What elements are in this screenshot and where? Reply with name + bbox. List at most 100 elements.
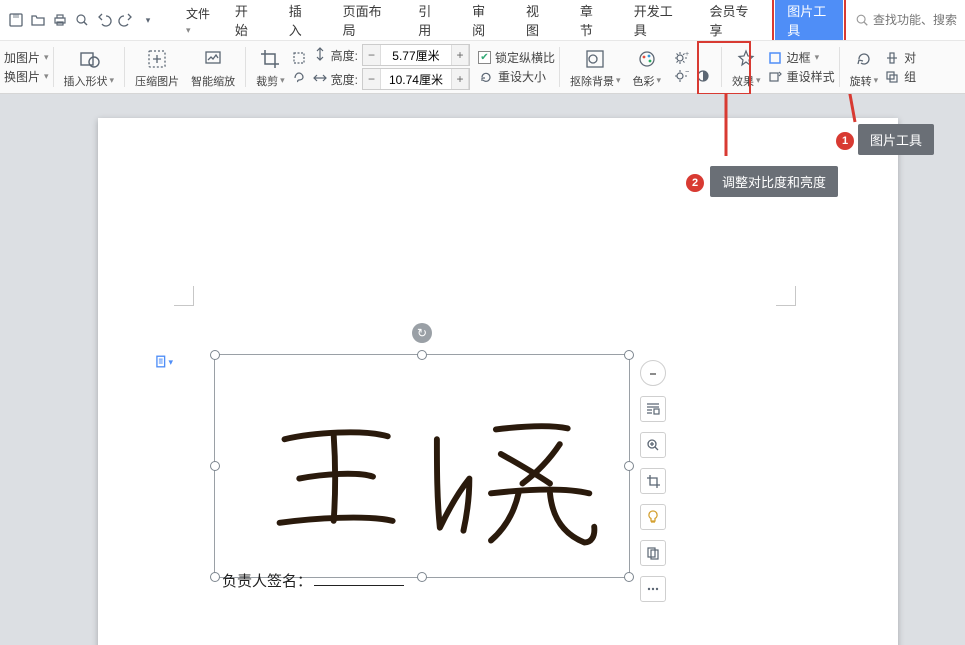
compress-picture[interactable]: 压缩图片 (129, 41, 185, 93)
height-input[interactable] (381, 48, 451, 62)
group[interactable]: 组 (884, 68, 916, 85)
tab-view[interactable]: 视图 (516, 0, 558, 45)
svg-text:−: − (685, 68, 689, 76)
height-minus[interactable]: − (363, 45, 381, 65)
compress-icon (144, 46, 170, 72)
side-more-icon[interactable] (640, 576, 666, 602)
margin-corner-tl (174, 286, 194, 306)
crop[interactable]: 裁剪▾ (250, 41, 291, 93)
paragraph-marker-icon: ▾ (155, 352, 173, 372)
checkbox-icon: ✔ (478, 51, 491, 64)
crop-icon (257, 46, 283, 72)
reset-style[interactable]: 重设样式 (767, 68, 835, 85)
effects[interactable]: 效果▾ (726, 41, 767, 93)
brightness-minus-icon: − (673, 68, 689, 84)
crop-lasso-icon (291, 68, 307, 84)
width-label: 宽度: (331, 71, 358, 88)
redo-icon[interactable] (116, 10, 136, 30)
print-preview-icon[interactable] (72, 10, 92, 30)
height-icon (313, 47, 327, 64)
resize-handle-tr[interactable] (624, 350, 634, 360)
width-icon (313, 71, 327, 88)
side-collapse[interactable] (640, 360, 666, 386)
color[interactable]: 色彩▾ (627, 41, 668, 93)
crop-rect-icon (291, 50, 307, 66)
side-zoom-icon[interactable] (640, 432, 666, 458)
remove-background[interactable]: 抠除背景▾ (564, 41, 627, 93)
brightness-contrast-group: + − (667, 50, 717, 84)
signature-image (255, 395, 609, 562)
side-tip-icon[interactable] (640, 504, 666, 530)
resize-handle-t[interactable] (417, 350, 427, 360)
side-wrap-icon[interactable] (640, 396, 666, 422)
resize-handle-bl[interactable] (210, 572, 220, 582)
tab-layout[interactable]: 页面布局 (333, 0, 397, 45)
width-plus[interactable]: + (451, 69, 469, 89)
image-side-toolbar (640, 360, 666, 602)
color-icon (634, 46, 660, 72)
callout-badge-1: 1 (836, 132, 854, 150)
resize-handle-br[interactable] (624, 572, 634, 582)
lock-ratio-checkbox[interactable]: ✔ 锁定纵横比 (478, 49, 555, 66)
smart-resize-icon (200, 46, 226, 72)
rotate-icon (851, 46, 877, 72)
contrast-adjust[interactable] (695, 68, 711, 84)
selected-image[interactable]: ↻ (214, 354, 630, 578)
brightness-increase[interactable]: + (673, 50, 689, 66)
width-minus[interactable]: − (363, 69, 381, 89)
reset-size-icon (478, 69, 494, 85)
callout-tip-1: 图片工具 (858, 124, 934, 155)
tab-picture-tools[interactable]: 图片工具 (775, 0, 843, 44)
margin-corner-tr (776, 286, 796, 306)
resize-handle-r[interactable] (624, 461, 634, 471)
svg-text:+: + (685, 51, 689, 58)
menu-file[interactable]: 文件 ▾ (186, 5, 213, 36)
height-plus[interactable]: + (451, 45, 469, 65)
open-icon[interactable] (28, 10, 48, 30)
crop-free[interactable] (291, 68, 307, 84)
remove-bg-icon (582, 46, 608, 72)
height-spinner[interactable]: − + (362, 44, 470, 66)
border-icon (767, 50, 783, 66)
print-icon[interactable] (50, 10, 70, 30)
align-icon (884, 50, 900, 66)
brightness-decrease[interactable]: − (673, 68, 689, 84)
effects-icon (733, 46, 759, 72)
callout-badge-2: 2 (686, 174, 704, 192)
signature-label-line: 负责人签名： (222, 570, 404, 591)
insert-shape[interactable]: 插入形状▾ (58, 41, 121, 93)
contrast-icon (695, 68, 711, 84)
align[interactable]: 对 (884, 49, 916, 66)
document-canvas[interactable]: ▾ ↻ 负责人签名： (0, 94, 965, 645)
tab-start[interactable]: 开始 (225, 0, 267, 45)
qa-more-icon[interactable]: ▾ (138, 10, 158, 30)
replace-picture[interactable]: 换图片▾ (4, 68, 49, 85)
rotate[interactable]: 旋转▾ (844, 41, 885, 93)
tab-dev[interactable]: 开发工具 (624, 0, 688, 45)
side-copy-icon[interactable] (640, 540, 666, 566)
rotate-handle[interactable]: ↻ (412, 323, 432, 343)
width-spinner[interactable]: − + (362, 68, 470, 90)
search-icon (855, 13, 869, 27)
search-input[interactable] (873, 13, 961, 27)
border[interactable]: 边框▾ (767, 49, 820, 66)
resize-handle-l[interactable] (210, 461, 220, 471)
tab-ref[interactable]: 引用 (408, 0, 450, 45)
tab-review[interactable]: 审阅 (462, 0, 504, 45)
side-crop-icon[interactable] (640, 468, 666, 494)
tab-vip[interactable]: 会员专享 (700, 0, 764, 45)
smart-resize[interactable]: 智能缩放 (185, 41, 241, 93)
resize-handle-b[interactable] (417, 572, 427, 582)
search-box[interactable] (855, 13, 961, 27)
width-input[interactable] (381, 72, 451, 86)
reset-size[interactable]: 重设大小 (478, 68, 546, 85)
brightness-plus-icon: + (673, 50, 689, 66)
tab-chapter[interactable]: 章节 (570, 0, 612, 45)
save-icon[interactable] (6, 10, 26, 30)
height-label: 高度: (331, 47, 358, 64)
tab-insert[interactable]: 插入 (279, 0, 321, 45)
undo-icon[interactable] (94, 10, 114, 30)
add-picture[interactable]: 加图片▾ (4, 49, 49, 66)
resize-handle-tl[interactable] (210, 350, 220, 360)
crop-shape[interactable] (291, 50, 307, 66)
